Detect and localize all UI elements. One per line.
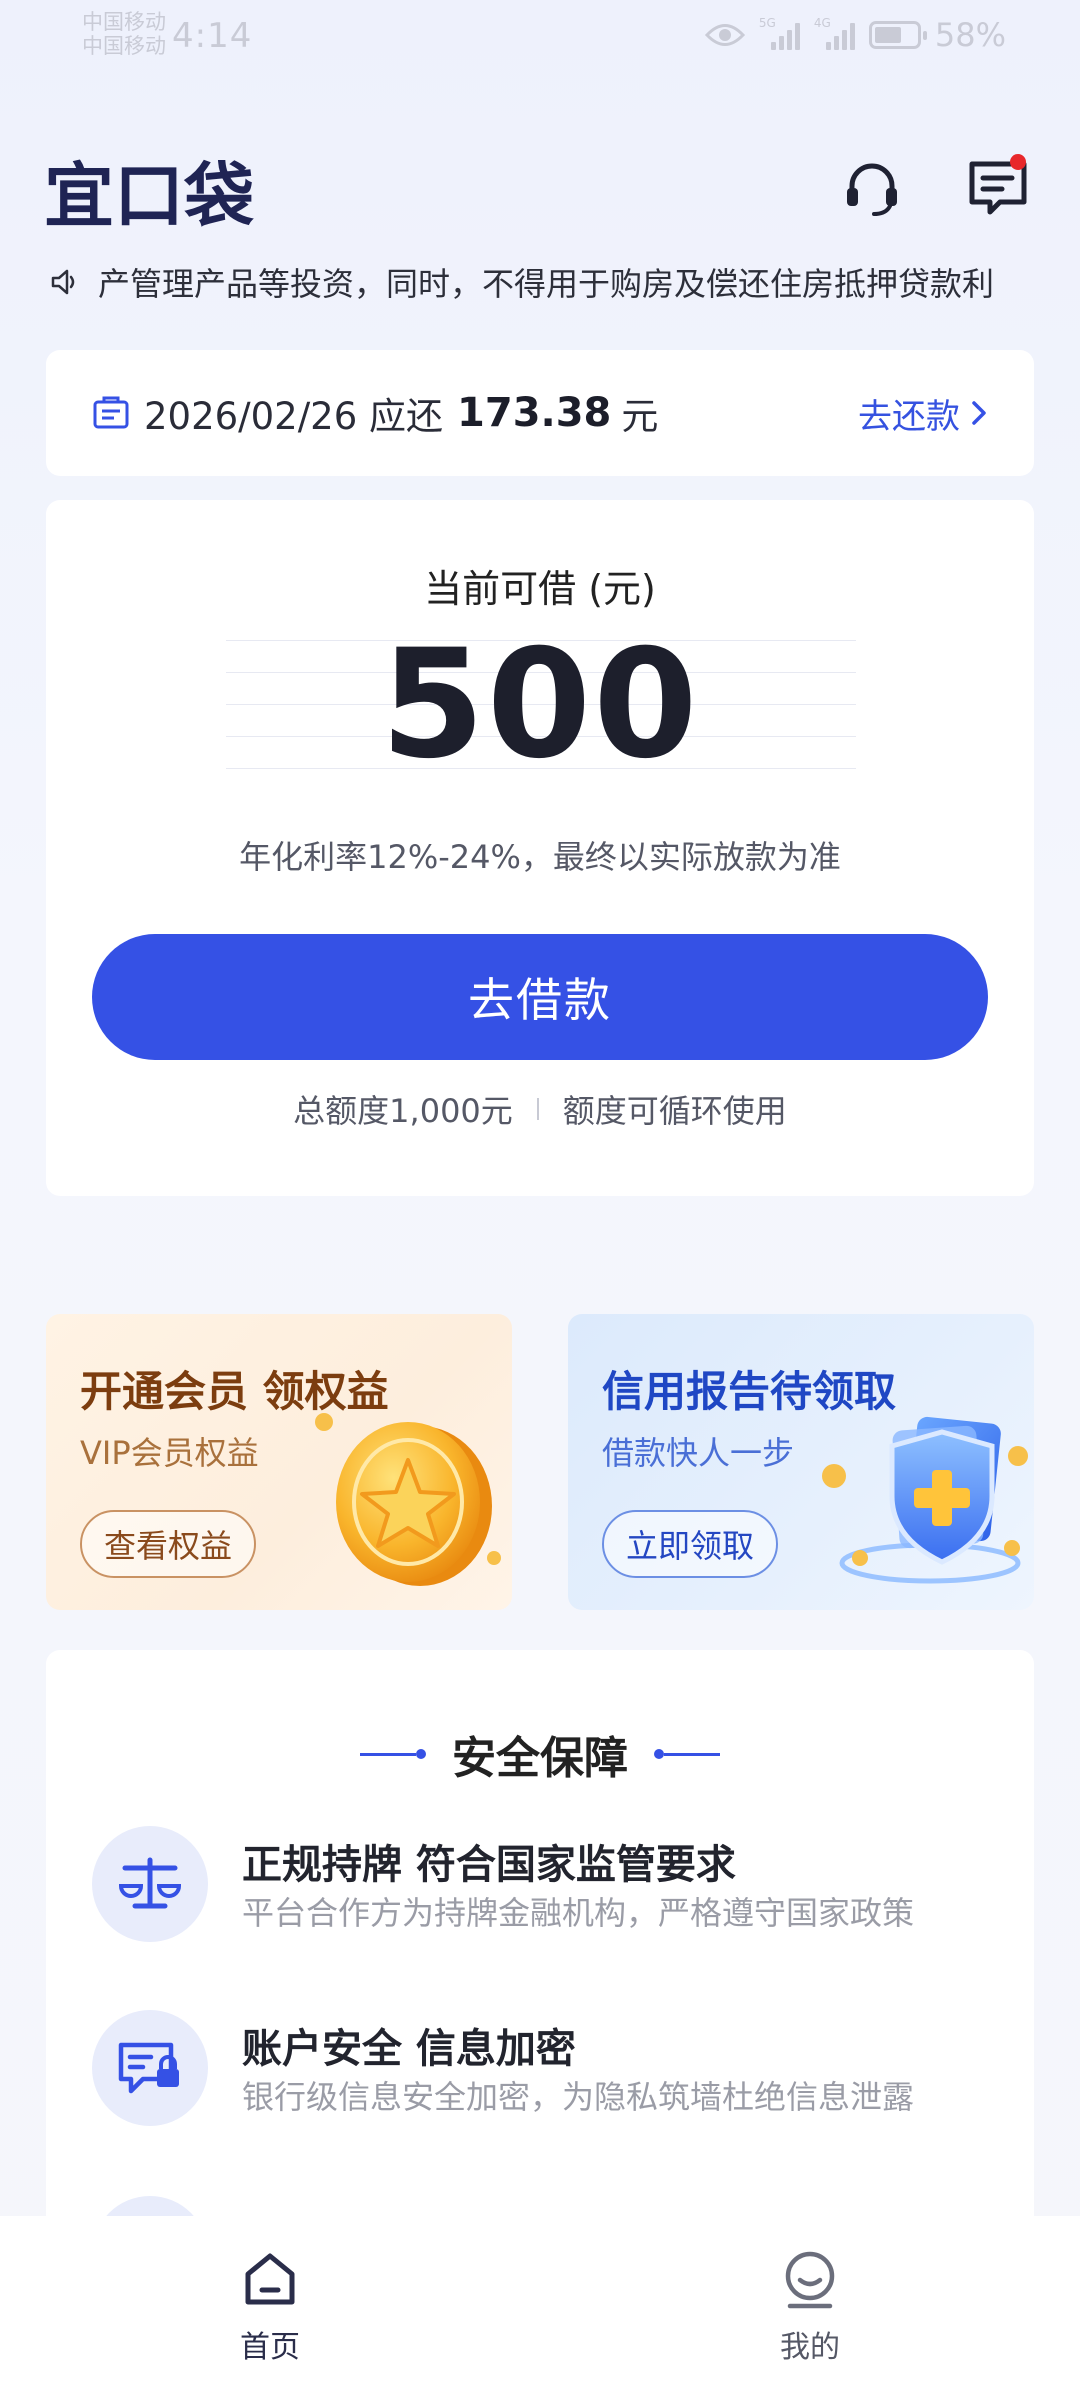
battery-icon	[868, 21, 927, 49]
title-decoration-right	[654, 1749, 720, 1759]
security-item-title: 正规持牌 符合国家监管要求	[242, 1842, 736, 1888]
total-limit: 总额度1,000元	[293, 1092, 513, 1130]
credit-subtitle: 借款快人一步	[602, 1434, 795, 1472]
security-item: 正规持牌 符合国家监管要求 平台合作方为持牌金融机构，严格遵守国家政策	[92, 1826, 992, 1946]
credit-report-promo-card[interactable]: 信用报告待领取 借款快人一步 立即领取	[568, 1314, 1034, 1610]
chevron-right-icon	[972, 401, 986, 425]
vip-promo-card[interactable]: 开通会员 领权益 VIP会员权益 查看权益	[46, 1314, 512, 1610]
security-item-title: 账户安全 信息加密	[242, 2026, 576, 2072]
limit-info: 总额度1,000元 额度可循环使用	[46, 1086, 1034, 1132]
security-item-desc: 银行级信息安全加密，为隐私筑墙杜绝信息泄露	[242, 2078, 915, 2116]
status-bar: 中国移动 中国移动 4:14 5G 4G 58%	[0, 0, 1080, 80]
gold-coin-icon	[315, 1413, 501, 1586]
due-unit: 元	[621, 395, 659, 438]
notice-text: 产管理产品等投资，同时，不得用于购房及偿还住房抵押贷款利	[98, 265, 995, 303]
security-title: 安全保障	[452, 1733, 628, 1784]
secure-chat-icon	[92, 2010, 208, 2126]
message-icon[interactable]	[966, 154, 1030, 220]
clock: 4:14	[172, 16, 253, 56]
security-section: 安全保障 正规持牌 符合国家监管要求 平台合作方为持牌金融机构，严格遵守国家政策	[46, 1650, 1034, 2312]
due-amount: 173.38	[457, 390, 612, 436]
security-heading: 安全保障	[46, 1722, 1034, 1786]
title-decoration-left	[360, 1749, 426, 1759]
due-date: 2026/02/26 应还	[144, 395, 444, 438]
status-indicators: 5G 4G 58%	[704, 16, 1006, 54]
eye-icon	[704, 24, 745, 46]
network-type-1: 5G	[758, 16, 776, 30]
signal-icon: 5G	[759, 16, 800, 50]
speaker-icon	[51, 269, 75, 295]
app-logo: 宜口袋	[44, 155, 254, 237]
available-label: 当前可借 (元)	[424, 567, 656, 611]
nav-mine[interactable]: 我的	[720, 2250, 900, 2366]
profile-icon	[785, 2251, 835, 2309]
carrier-labels: 中国移动 中国移动	[82, 10, 166, 58]
security-item-desc: 平台合作方为持牌金融机构，严格遵守国家政策	[242, 1894, 915, 1932]
repayment-card[interactable]: 2026/02/26 应还 173.38 元 去还款	[46, 350, 1034, 476]
headset-icon[interactable]	[840, 156, 904, 220]
claim-now-button[interactable]: 立即领取	[602, 1510, 778, 1578]
security-item: 账户安全 信息加密 银行级信息安全加密，为隐私筑墙杜绝信息泄露	[92, 2010, 992, 2130]
balance-scale-icon	[92, 1826, 208, 1942]
view-benefits-button[interactable]: 查看权益	[80, 1510, 256, 1578]
notice-bar[interactable]: 产管理产品等投资，同时，不得用于购房及偿还住房抵押贷款利	[50, 260, 1030, 304]
carrier-1: 中国移动	[82, 10, 166, 34]
available-amount: 500	[380, 618, 700, 792]
battery-percent: 58%	[934, 16, 1006, 54]
cycle-note: 额度可循环使用	[562, 1092, 787, 1130]
divider	[536, 1098, 539, 1120]
nav-mine-label: 我的	[780, 2330, 840, 2365]
bill-icon	[93, 396, 129, 429]
interest-rate-note: 年化利率12%-24%，最终以实际放款为准	[239, 838, 841, 876]
carrier-2: 中国移动	[82, 34, 166, 58]
loan-card: 当前可借 (元) 500 年化利率12%-24%，最终以实际放款为准 去借款 总…	[46, 500, 1034, 1196]
home-icon	[245, 2253, 295, 2305]
vip-subtitle: VIP会员权益	[80, 1434, 259, 1472]
network-type-2: 4G	[813, 16, 831, 30]
signal-icon-2: 4G	[814, 16, 855, 50]
repay-label: 去还款	[858, 396, 960, 437]
borrow-button[interactable]: 去借款	[92, 934, 988, 1060]
unread-dot	[1010, 154, 1026, 170]
nav-home-label: 首页	[240, 2330, 300, 2365]
nav-home[interactable]: 首页	[180, 2250, 360, 2366]
shield-report-icon	[822, 1416, 1028, 1584]
bottom-nav: 首页 我的	[0, 2216, 1080, 2400]
repay-link[interactable]: 去还款	[858, 389, 988, 438]
